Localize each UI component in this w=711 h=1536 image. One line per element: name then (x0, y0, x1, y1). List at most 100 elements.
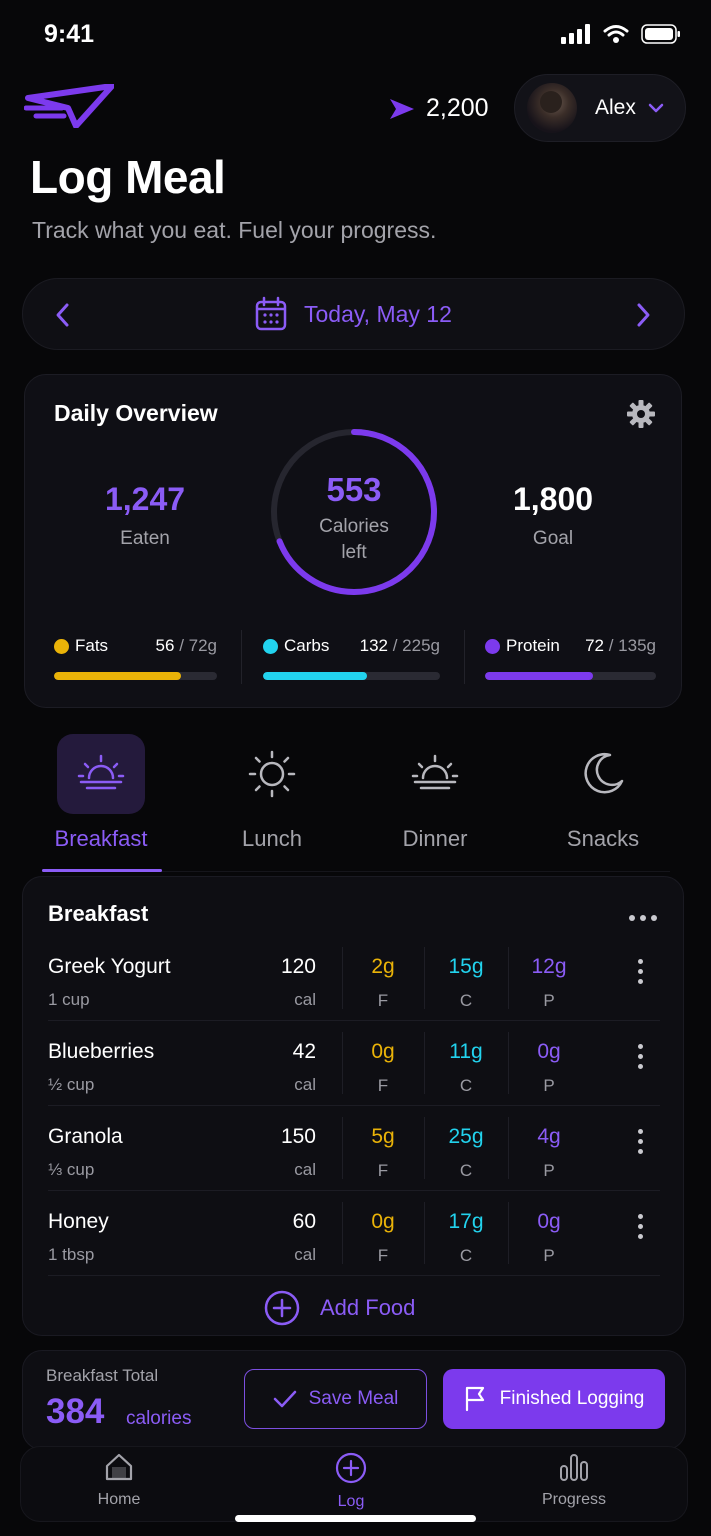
tab-breakfast[interactable]: Breakfast (26, 734, 176, 852)
goal-value: 1,800 (512, 481, 594, 517)
food-calories: 120 (280, 955, 316, 978)
food-name: Honey (48, 1210, 109, 1233)
macro-name: Protein (506, 636, 560, 655)
more-vertical-icon[interactable] (638, 1044, 643, 1069)
protein-unit: P (543, 1076, 555, 1095)
tab-snacks[interactable]: Snacks (528, 734, 678, 852)
food-name: Granola (48, 1125, 123, 1148)
nav-label: Progress (541, 1491, 607, 1508)
avatar (527, 83, 577, 133)
macro-bar-fill (263, 672, 368, 680)
food-name: Blueberries (48, 1040, 155, 1063)
next-day-button[interactable] (632, 300, 654, 335)
date-picker-button[interactable]: Today, May 12 (254, 296, 452, 332)
macro-current: 132 (359, 636, 388, 655)
macro-divider (464, 630, 465, 684)
page-subtitle: Track what you eat. Fuel your progress. (32, 217, 437, 243)
wifi-icon (603, 25, 629, 43)
food-quantity: 1 tbsp (48, 1245, 95, 1264)
row-divider (48, 1190, 660, 1191)
tab-icon-box (559, 734, 647, 814)
add-food-button[interactable]: Add Food (264, 1290, 415, 1326)
food-fat: 0g (371, 1210, 395, 1233)
nav-label: Home (97, 1491, 141, 1508)
fat-unit: F (377, 991, 389, 1010)
food-fat: 5g (371, 1125, 395, 1148)
macro-total: / 72g (179, 636, 217, 655)
tab-dinner[interactable]: Dinner (360, 734, 510, 852)
gear-icon (627, 400, 655, 428)
food-carbs: 17g (448, 1210, 484, 1233)
settings-button[interactable] (626, 399, 656, 434)
home-indicator (235, 1515, 476, 1522)
chevron-left-icon (56, 303, 69, 327)
previous-day-button[interactable] (52, 300, 74, 335)
battery-icon (641, 24, 680, 44)
fat-unit: F (377, 1246, 389, 1265)
row-divider (48, 1020, 660, 1021)
nav-home[interactable]: Home (59, 1452, 179, 1509)
nav-label: Log (337, 1493, 365, 1510)
food-protein: 12g (531, 955, 567, 978)
food-carbs: 11g (449, 1040, 483, 1063)
column-divider (508, 1032, 509, 1094)
column-divider (342, 947, 343, 1009)
finished-logging-label: Finished Logging (499, 1388, 645, 1409)
list-item[interactable]: Greek Yogurt 1 cup 120 cal 2g F 15g C 12g P (48, 947, 668, 1039)
add-food-label: Add Food (320, 1295, 416, 1320)
signal-icon (561, 24, 590, 44)
food-carbs: 15g (448, 955, 484, 978)
food-quantity: ⅓ cup (48, 1160, 95, 1179)
list-item[interactable]: Honey 1 tbsp 60 cal 0g F 17g C 0g P (48, 1202, 668, 1294)
app-logo-icon (23, 83, 115, 133)
macro-protein: Protein 72 / 135g (485, 636, 656, 686)
macro-bar-fill (54, 672, 182, 680)
nav-log[interactable]: Log (291, 1452, 411, 1511)
tab-lunch[interactable]: Lunch (197, 734, 347, 852)
sunset-icon (411, 754, 459, 790)
column-divider (424, 1202, 425, 1264)
meal-more-button[interactable] (628, 902, 658, 928)
food-quantity: ½ cup (48, 1075, 95, 1094)
row-divider (48, 1105, 660, 1106)
sunrise-icon (77, 754, 125, 790)
nav-progress[interactable]: Progress (514, 1452, 634, 1509)
calories-left-label: Calories left (254, 514, 454, 566)
macro-total: / 225g (392, 636, 440, 655)
column-divider (342, 1032, 343, 1094)
list-item[interactable]: Blueberries ½ cup 42 cal 0g F 11g C 0g P (48, 1032, 668, 1124)
protein-unit: P (543, 1161, 555, 1180)
row-divider (48, 1275, 660, 1276)
points-value: 2,200 (426, 94, 489, 122)
active-tab-indicator (42, 869, 162, 872)
macro-current: 56 (155, 636, 175, 655)
eaten-label: Eaten (120, 528, 170, 549)
protein-dot-icon (485, 638, 500, 654)
meal-title: Breakfast (48, 901, 149, 926)
save-meal-button[interactable]: Save Meal (244, 1369, 427, 1429)
fats-dot-icon (54, 638, 69, 654)
macro-total: / 135g (608, 636, 656, 655)
overview-title: Daily Overview (54, 400, 218, 426)
column-divider (342, 1202, 343, 1264)
points-arrow-icon (390, 98, 414, 119)
fat-unit: F (377, 1161, 389, 1180)
more-vertical-icon[interactable] (638, 959, 643, 984)
finished-logging-button[interactable]: Finished Logging (443, 1369, 665, 1429)
macro-fats: Fats 56 / 72g (54, 636, 217, 686)
food-fat: 0g (371, 1040, 395, 1063)
macro-carbs: Carbs 132 / 225g (263, 636, 440, 686)
macro-bar (485, 672, 656, 680)
eaten-value: 1,247 (104, 481, 186, 517)
bar-chart-icon (560, 1454, 588, 1481)
check-icon (273, 1390, 296, 1408)
more-vertical-icon[interactable] (638, 1214, 643, 1239)
list-item[interactable]: Granola ⅓ cup 150 cal 5g F 25g C 4g P (48, 1117, 668, 1209)
carbs-unit: C (459, 991, 473, 1010)
user-menu-button[interactable]: Alex (514, 74, 686, 142)
protein-unit: P (543, 991, 555, 1010)
flag-icon (465, 1386, 484, 1412)
meal-total-label: Breakfast Total (46, 1366, 159, 1385)
more-vertical-icon[interactable] (638, 1129, 643, 1154)
home-icon (105, 1453, 133, 1481)
